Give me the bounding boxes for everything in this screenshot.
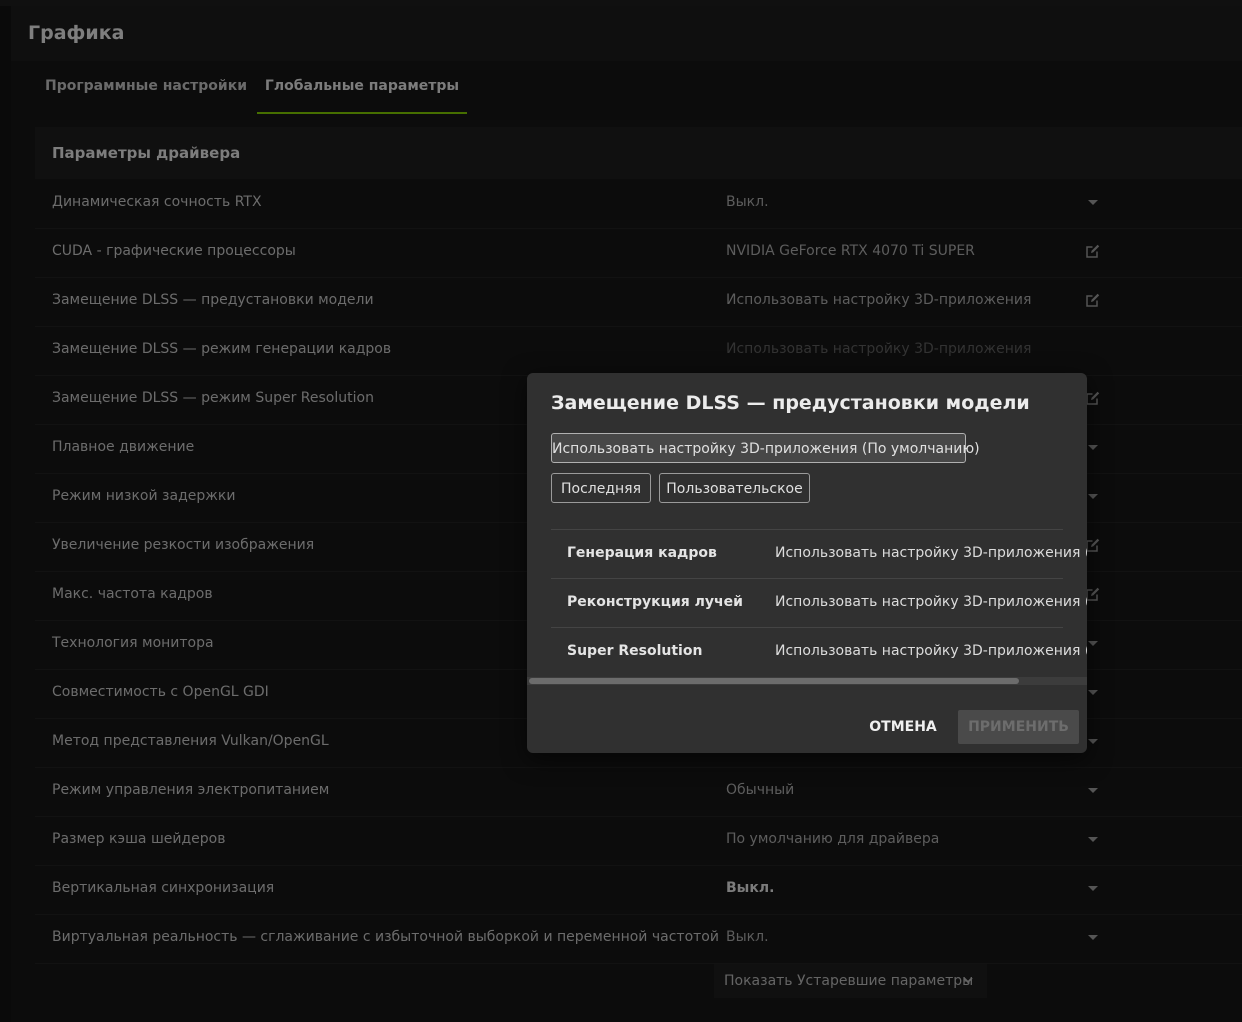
- preset-details-table: Генерация кадров Использовать настройку …: [551, 529, 1087, 677]
- row-name: Реконструкция лучей: [567, 594, 743, 610]
- preset-option-latest[interactable]: Последняя: [551, 473, 651, 503]
- horizontal-scrollbar[interactable]: [527, 677, 1087, 685]
- table-row: Реконструкция лучей Использовать настрой…: [551, 578, 1087, 627]
- preset-option-custom[interactable]: Пользовательское: [659, 473, 810, 503]
- scrollbar-thumb[interactable]: [529, 678, 1019, 684]
- preset-option-default[interactable]: Использовать настройку 3D-приложения (По…: [551, 433, 980, 463]
- row-value: Использовать настройку 3D-приложения (По…: [775, 545, 1087, 561]
- apply-button[interactable]: ПРИМЕНИТЬ: [958, 710, 1079, 744]
- cancel-button[interactable]: ОТМЕНА: [863, 710, 943, 744]
- row-name: Генерация кадров: [567, 545, 717, 561]
- row-name: Super Resolution: [567, 643, 703, 659]
- table-row: Super Resolution Использовать настройку …: [551, 627, 1087, 676]
- row-value: Использовать настройку 3D-приложения (По…: [775, 594, 1087, 610]
- row-value: Использовать настройку 3D-приложения (По…: [775, 643, 1087, 659]
- dialog-title: Замещение DLSS — предустановки модели: [551, 392, 1030, 414]
- dlss-preset-dialog: Замещение DLSS — предустановки модели Ис…: [527, 373, 1087, 753]
- table-row: Генерация кадров Использовать настройку …: [551, 529, 1087, 578]
